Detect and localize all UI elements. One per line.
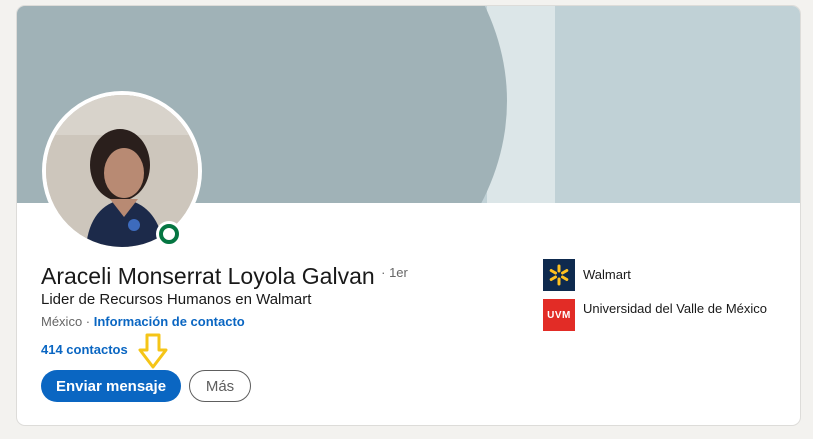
profile-card: Araceli Monserrat Loyola Galvan · 1er Li… [17,6,800,425]
location-row: México · Información de contacto [41,314,245,329]
org-name-walmart: Walmart [583,267,631,282]
name-row: Araceli Monserrat Loyola Galvan · 1er [41,263,408,290]
more-button[interactable]: Más [189,370,251,402]
profile-name: Araceli Monserrat Loyola Galvan [41,263,375,289]
profile-headline: Lider de Recursos Humanos en Walmart [41,291,312,308]
walmart-spark-icon [543,259,575,291]
org-name-uvm: Universidad del Valle de México [583,301,768,316]
location-separator: · [82,314,94,329]
connections-link[interactable]: 414 contactos [41,342,128,357]
org-item-walmart[interactable]: Walmart [543,259,783,291]
annotation-arrow-down-icon [138,333,168,369]
send-message-button[interactable]: Enviar mensaje [41,370,181,402]
connection-degree: · 1er [381,265,408,280]
profile-location: México [41,314,83,329]
contact-info-link[interactable]: Información de contacto [94,314,245,329]
org-item-uvm[interactable]: UVM Universidad del Valle de México [543,299,783,331]
uvm-logo-icon: UVM [543,299,575,331]
online-status-indicator [156,221,182,247]
